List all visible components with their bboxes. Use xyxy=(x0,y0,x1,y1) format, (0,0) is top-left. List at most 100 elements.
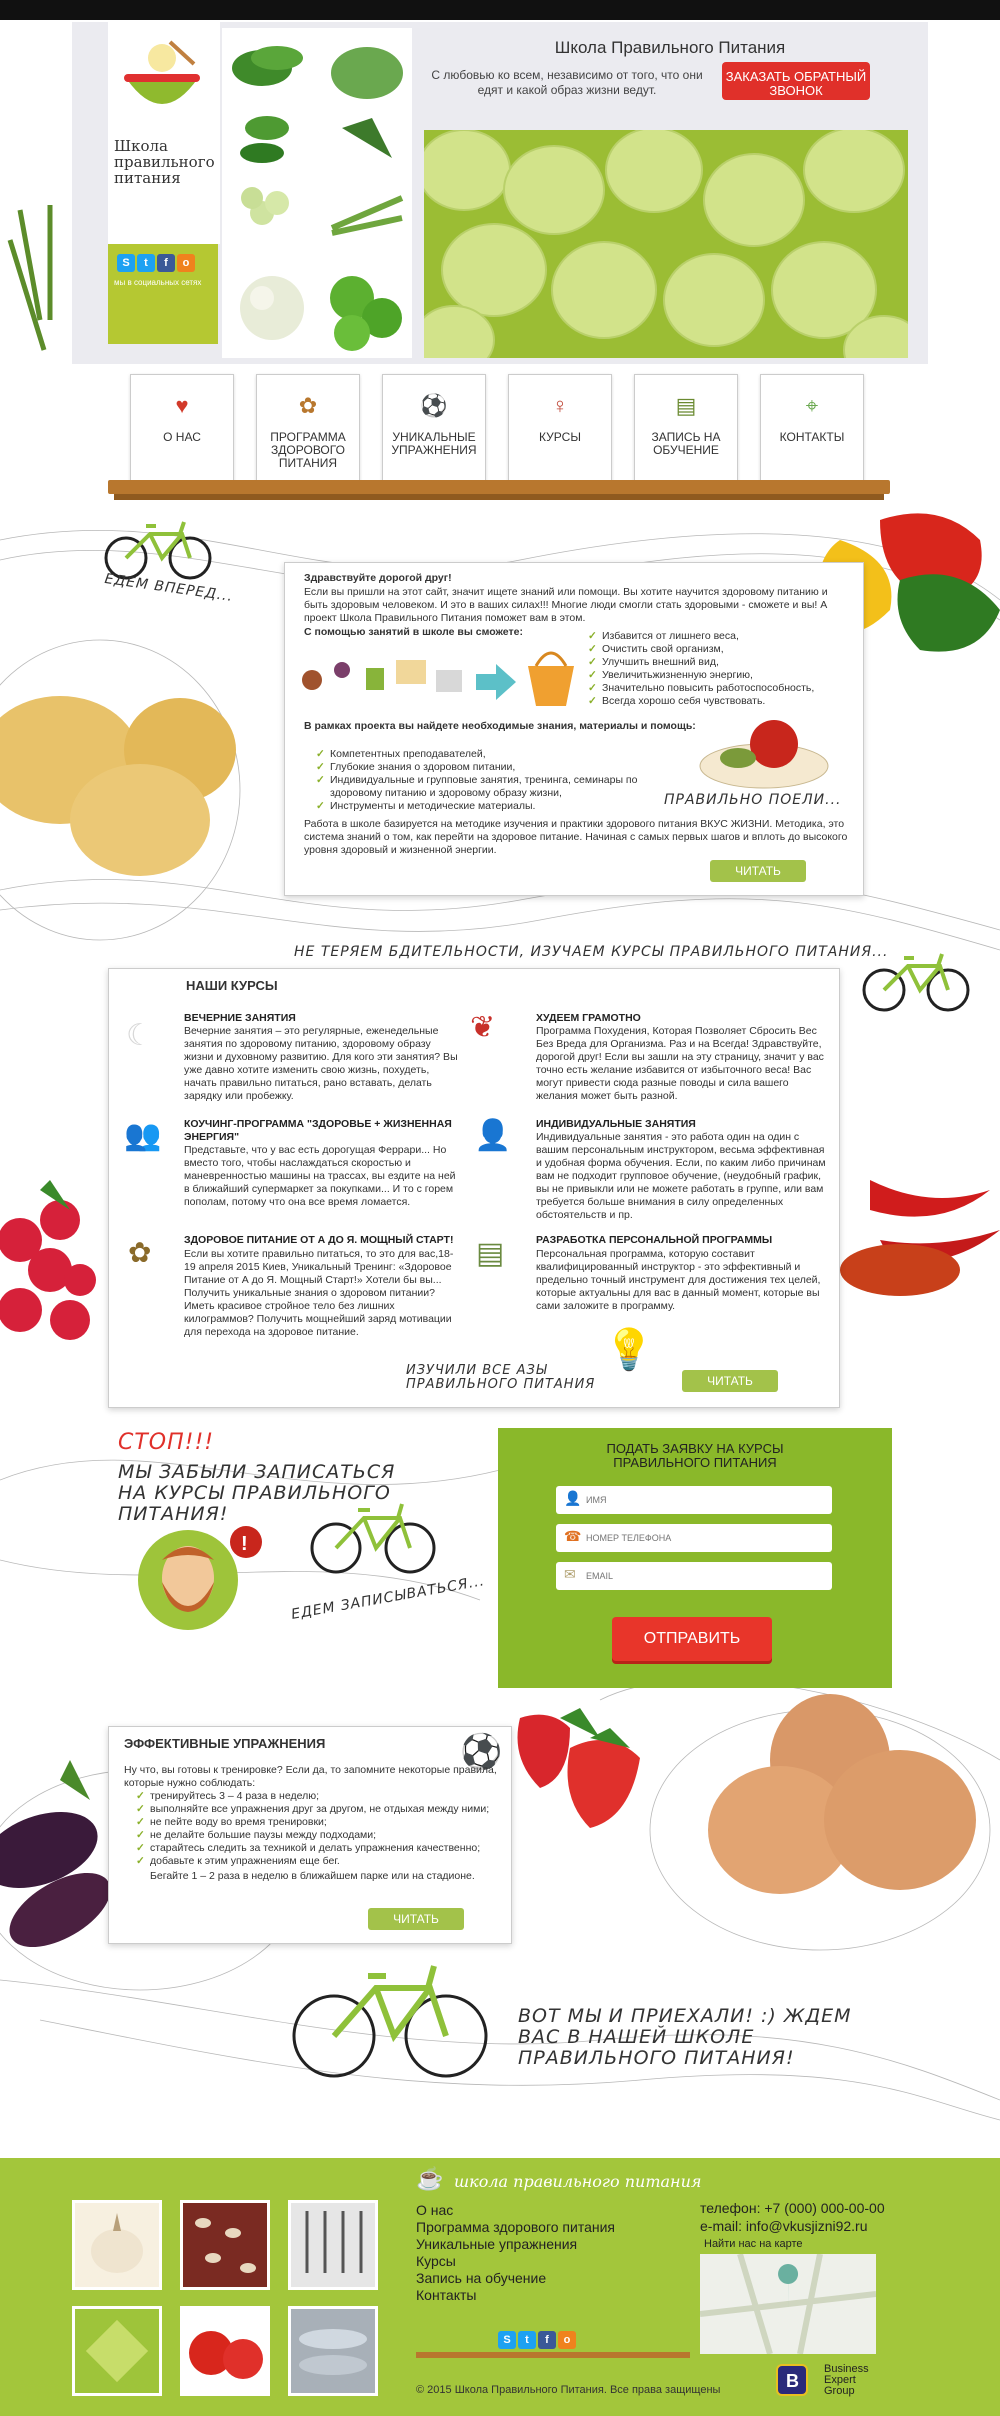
list-item: Избавится от лишнего веса, xyxy=(588,630,858,643)
footer-link-enroll[interactable]: Запись на обучение xyxy=(416,2270,676,2287)
food-to-basket-illustration xyxy=(302,651,574,706)
list-item: Компетентных преподавателей, xyxy=(316,748,646,761)
course-heading: ВЕЧЕРНИЕ ЗАНЯТИЯ xyxy=(184,1012,296,1024)
skype-icon[interactable]: S xyxy=(498,2331,516,2349)
course-heading: ИНДИВИДУАЛЬНЫЕ ЗАНЯТИЯ xyxy=(536,1118,696,1130)
twitter-icon[interactable]: t xyxy=(518,2331,536,2349)
shelf-edge xyxy=(114,494,884,500)
course-text: Персональная программа, которую составит… xyxy=(536,1248,821,1312)
grapes-image xyxy=(424,130,908,358)
nav-about[interactable]: ♥ О НАС xyxy=(130,374,234,482)
skype-icon[interactable]: S xyxy=(117,254,135,272)
vegetables-grid-image xyxy=(222,28,412,358)
course-heading: РАЗРАБОТКА ПЕРСОНАЛЬНОЙ ПРОГРАММЫ xyxy=(536,1234,773,1246)
odnoklassniki-icon[interactable]: o xyxy=(558,2331,576,2349)
list-item: старайтесь следить за техникой и делать … xyxy=(136,1842,516,1855)
email-field[interactable] xyxy=(556,1562,832,1590)
list-item: Инструменты и методические материалы. xyxy=(316,800,646,813)
list-item: тренируйтесь 3 – 4 раза в неделю; xyxy=(136,1790,516,1803)
course-text: Представьте, что у вас есть дорогущая Фе… xyxy=(184,1144,456,1208)
checklist-icon: ▤ xyxy=(476,1237,505,1270)
list-item: Улучшить внешний вид, xyxy=(588,656,858,669)
arrived-caption: ВОТ МЫ И ПРИЕХАЛИ! :) ЖДЕМ ВАС В НАШЕЙ Ш… xyxy=(518,2005,852,2069)
course-heading: ЗДОРОВОЕ ПИТАНИЕ ОТ А ДО Я. МОЩНЫЙ СТАРТ… xyxy=(184,1234,454,1246)
nav-exercises[interactable]: ⚽ УНИКАЛЬНЫЕ УПРАЖНЕНИЯ xyxy=(382,374,486,482)
social-caption: мы в социальных сетях xyxy=(114,278,202,287)
bearded-man-avatar: ! xyxy=(138,1526,262,1630)
plate-apple-image xyxy=(699,720,829,789)
bicycle-icon xyxy=(104,521,212,580)
footer-link-contacts[interactable]: Контакты xyxy=(416,2287,676,2304)
fish-image xyxy=(288,2306,378,2396)
twitter-icon[interactable]: t xyxy=(137,254,155,272)
intro-closing: Работа в школе базируется на методике из… xyxy=(304,818,848,856)
potholder-image xyxy=(72,2306,162,2396)
hero-subtitle: С любовью ко всем, независимо от того, ч… xyxy=(431,68,703,97)
course-text: Индивидуальные занятия - это работа один… xyxy=(536,1131,826,1221)
bicycle-icon xyxy=(310,1503,436,1574)
exercises-extra: Бегайте 1 – 2 раза в неделю в ближайшем … xyxy=(150,1870,475,1882)
phone-link[interactable]: +7 (000) 000-00-00 xyxy=(764,2200,884,2216)
people-icon: 👥 xyxy=(124,1119,162,1152)
submit-button[interactable]: ОТПРАВИТЬ xyxy=(612,1617,772,1661)
svg-text:B: B xyxy=(786,2371,799,2391)
nav-program[interactable]: ✿ ПРОГРАММА ЗДОРОВОГО ПИТАНИЯ xyxy=(256,374,360,482)
footer-link-program[interactable]: Программа здорового питания xyxy=(416,2219,676,2236)
intro-subheading: С помощью занятий в школе вы сможете: xyxy=(304,626,523,638)
moon-icon: ☾ xyxy=(126,1019,153,1052)
list-item: Всегда хорошо себя чувствовать. xyxy=(588,695,858,708)
footer-link-exercises[interactable]: Уникальные упражнения xyxy=(416,2236,676,2253)
location-map[interactable] xyxy=(700,2254,876,2354)
email-link[interactable]: info@vkusjizni92.ru xyxy=(746,2218,868,2234)
resources-list: Компетентных преподавателей, Глубокие зн… xyxy=(316,748,646,813)
list-item: Значительно повысить работоспособность, xyxy=(588,682,858,695)
footer-brand: школа правильного питания xyxy=(454,2172,702,2191)
name-field[interactable] xyxy=(556,1486,832,1514)
intro-greeting: Здравствуйте дорогой друг! xyxy=(304,572,452,584)
microphone-icon: ♀ xyxy=(551,393,569,418)
course-heading: КОУЧИНГ-ПРОГРАММА "ЗДОРОВЬЕ + ЖИЗНЕННАЯ … xyxy=(184,1118,452,1143)
footer-link-about[interactable]: О нас xyxy=(416,2202,676,2219)
phone-icon: ☎ xyxy=(564,1528,582,1544)
exercises-read-button[interactable]: ЧИТАТЬ xyxy=(368,1908,464,1930)
nav-courses[interactable]: ♀ КУРСЫ xyxy=(508,374,612,482)
footer-link-courses[interactable]: Курсы xyxy=(416,2253,676,2270)
course-text: Если вы хотите правильно питаться, то эт… xyxy=(184,1248,454,1338)
carrots-image xyxy=(7,205,53,351)
list-item: не пейте воду во время тренировки; xyxy=(136,1816,516,1829)
map-icon: ⌖ xyxy=(805,393,819,418)
intro-read-button[interactable]: ЧИТАТЬ xyxy=(710,860,806,882)
course-text: Программа Похудения, Которая Позволяет С… xyxy=(536,1025,824,1102)
footer-social-icons: Stfo xyxy=(498,2330,578,2349)
callback-button[interactable]: ЗАКАЗАТЬ ОБРАТНЫЙ ЗВОНОК xyxy=(722,62,870,100)
going-caption: ЕДЕМ ЗАПИСЫВАТЬСЯ... xyxy=(290,1573,487,1623)
bowl-logo-icon xyxy=(124,40,200,104)
svg-text:!: ! xyxy=(241,1533,248,1555)
bowl-logo-icon: ☕ xyxy=(416,2166,444,2191)
potatoes-image xyxy=(0,696,236,876)
list-item: добавьте к этим упражнениям еще бег. xyxy=(136,1855,516,1868)
hero-title: Школа Правильного Питания xyxy=(554,38,786,57)
phone-row: телефон: +7 (000) 000-00-00 xyxy=(700,2200,885,2216)
beans-image xyxy=(180,2200,270,2290)
nav-enroll[interactable]: ▤ ЗАПИСЬ НА ОБУЧЕНИЕ xyxy=(634,374,738,482)
exercises-title: ЭФФЕКТИВНЫЕ УПРАЖНЕНИЯ xyxy=(124,1736,326,1751)
facebook-icon[interactable]: f xyxy=(538,2331,556,2349)
form-title: ПОДАТЬ ЗАЯВКУ НА КУРСЫ ПРАВИЛЬНОГО ПИТАН… xyxy=(606,1441,784,1470)
odnoklassniki-icon[interactable]: o xyxy=(177,254,195,272)
courses-read-button[interactable]: ЧИТАТЬ xyxy=(682,1370,778,1392)
nav-contacts[interactable]: ⌖ КОНТАКТЫ xyxy=(760,374,864,482)
strawberries-image xyxy=(517,1708,640,1828)
partner-name: Business Expert Group xyxy=(824,2363,869,2397)
envelope-icon: ✉ xyxy=(564,1566,576,1582)
courses-title: НАШИ КУРСЫ xyxy=(186,978,278,993)
email-row: e-mail: info@vkusjizni92.ru xyxy=(700,2218,868,2234)
business-expert-group-logo-icon: B xyxy=(776,2364,808,2396)
footer-menu: О нас Программа здорового питания Уникал… xyxy=(416,2202,676,2304)
eat-right-caption: ПРАВИЛЬНО ПОЕЛИ... xyxy=(664,792,842,808)
intro-paragraph: Если вы пришли на этот сайт, значит ищет… xyxy=(304,586,828,624)
phone-field[interactable] xyxy=(556,1524,832,1552)
garlic-image xyxy=(72,2200,162,2290)
top-bar xyxy=(0,0,1000,20)
facebook-icon[interactable]: f xyxy=(157,254,175,272)
